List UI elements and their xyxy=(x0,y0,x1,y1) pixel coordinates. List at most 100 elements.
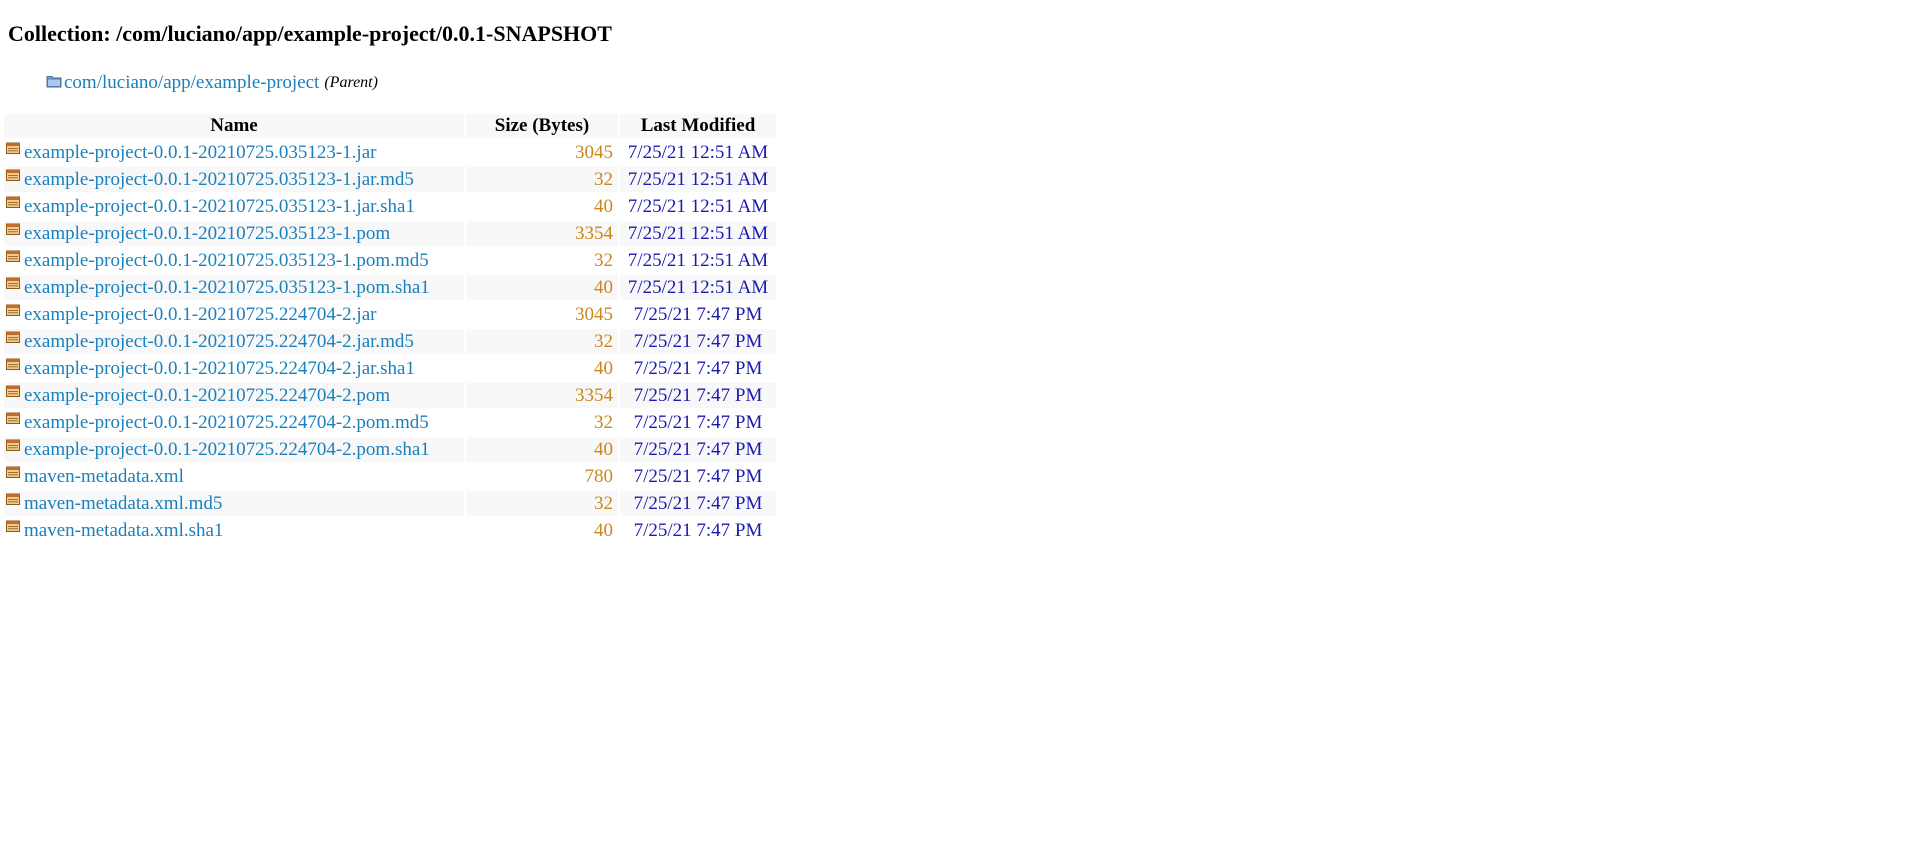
file-name-cell: example-project-0.0.1-20210725.224704-2.… xyxy=(4,410,464,435)
page: Collection: /com/luciano/app/example-pro… xyxy=(0,0,1909,545)
file-link[interactable]: example-project-0.0.1-20210725.035123-1.… xyxy=(24,250,429,271)
file-link[interactable]: example-project-0.0.1-20210725.035123-1.… xyxy=(24,169,414,190)
file-icon xyxy=(6,223,20,235)
table-row: example-project-0.0.1-20210725.224704-2.… xyxy=(4,437,776,462)
file-table-body: example-project-0.0.1-20210725.035123-1.… xyxy=(4,140,776,543)
file-name-cell: maven-metadata.xml.md5 xyxy=(4,491,464,516)
file-name-cell: example-project-0.0.1-20210725.035123-1.… xyxy=(4,221,464,246)
file-icon xyxy=(6,196,20,208)
column-header-name[interactable]: Name xyxy=(4,114,464,138)
file-size-cell: 32 xyxy=(594,411,613,433)
file-modified-cell: 7/25/21 7:47 PM xyxy=(620,491,776,516)
folder-icon xyxy=(46,76,62,88)
file-name-cell: example-project-0.0.1-20210725.035123-1.… xyxy=(4,167,464,192)
file-modified-cell: 7/25/21 12:51 AM xyxy=(620,275,776,300)
file-name-cell: maven-metadata.xml.sha1 xyxy=(4,518,464,543)
file-modified-cell: 7/25/21 12:51 AM xyxy=(620,167,776,192)
file-size-cell: 40 xyxy=(594,519,613,541)
file-size-cell: 40 xyxy=(594,357,613,379)
file-link[interactable]: example-project-0.0.1-20210725.035123-1.… xyxy=(24,223,390,244)
file-icon xyxy=(6,412,20,424)
table-row: maven-metadata.xml.sha1 40 7/25/21 7:47 PM xyxy=(4,518,776,543)
table-row: example-project-0.0.1-20210725.224704-2.… xyxy=(4,383,776,408)
table-row: example-project-0.0.1-20210725.224704-2.… xyxy=(4,356,776,381)
file-size-cell: 32 xyxy=(594,249,613,271)
table-row: example-project-0.0.1-20210725.035123-1.… xyxy=(4,167,776,192)
file-name-cell: example-project-0.0.1-20210725.224704-2.… xyxy=(4,329,464,354)
file-modified-cell: 7/25/21 7:47 PM xyxy=(633,357,763,379)
file-modified-cell: 7/25/21 7:47 PM xyxy=(633,303,763,325)
file-icon xyxy=(6,520,20,532)
table-row: example-project-0.0.1-20210725.035123-1.… xyxy=(4,275,776,300)
file-name-cell: maven-metadata.xml xyxy=(4,464,464,489)
file-link[interactable]: example-project-0.0.1-20210725.224704-2.… xyxy=(24,385,390,406)
table-row: maven-metadata.xml.md5 32 7/25/21 7:47 PM xyxy=(4,491,776,516)
file-size-cell: 32 xyxy=(466,329,618,354)
file-link[interactable]: example-project-0.0.1-20210725.035123-1.… xyxy=(24,277,430,298)
parent-note: (Parent) xyxy=(324,74,378,91)
table-row: maven-metadata.xml 780 7/25/21 7:47 PM xyxy=(4,464,776,489)
file-modified-cell: 7/25/21 7:47 PM xyxy=(620,329,776,354)
file-link[interactable]: example-project-0.0.1-20210725.224704-2.… xyxy=(24,439,430,460)
file-size-cell: 32 xyxy=(466,167,618,192)
parent-link[interactable]: com/luciano/app/example-project xyxy=(64,72,319,94)
file-icon xyxy=(6,466,20,478)
file-size-cell: 3045 xyxy=(575,141,613,163)
file-link[interactable]: example-project-0.0.1-20210725.224704-2.… xyxy=(24,304,376,325)
table-header-row: Name Size (Bytes) Last Modified xyxy=(4,114,776,138)
file-link[interactable]: example-project-0.0.1-20210725.224704-2.… xyxy=(24,358,415,379)
file-link[interactable]: example-project-0.0.1-20210725.035123-1.… xyxy=(24,142,376,163)
file-name-cell: example-project-0.0.1-20210725.224704-2.… xyxy=(4,383,464,408)
file-icon xyxy=(6,277,20,289)
table-row: example-project-0.0.1-20210725.035123-1.… xyxy=(4,221,776,246)
file-link[interactable]: example-project-0.0.1-20210725.224704-2.… xyxy=(24,331,414,352)
file-icon xyxy=(6,358,20,370)
file-icon xyxy=(6,493,20,505)
file-name-cell: example-project-0.0.1-20210725.224704-2.… xyxy=(4,356,464,381)
file-size-cell: 780 xyxy=(584,465,614,487)
parent-collection: com/luciano/app/example-project (Parent) xyxy=(46,71,1909,95)
table-row: example-project-0.0.1-20210725.224704-2.… xyxy=(4,302,776,327)
table-row: example-project-0.0.1-20210725.035123-1.… xyxy=(4,140,776,165)
file-size-cell: 40 xyxy=(466,437,618,462)
file-name-cell: example-project-0.0.1-20210725.035123-1.… xyxy=(4,248,464,273)
file-modified-cell: 7/25/21 12:51 AM xyxy=(627,249,769,271)
table-row: example-project-0.0.1-20210725.224704-2.… xyxy=(4,329,776,354)
file-icon xyxy=(6,169,20,181)
file-modified-cell: 7/25/21 7:47 PM xyxy=(633,465,763,487)
file-size-cell: 3354 xyxy=(466,383,618,408)
file-icon xyxy=(6,142,20,154)
file-size-cell: 32 xyxy=(466,491,618,516)
file-icon xyxy=(6,331,20,343)
page-title: Collection: /com/luciano/app/example-pro… xyxy=(8,21,612,46)
file-table: Name Size (Bytes) Last Modified example-… xyxy=(2,112,778,545)
file-name-cell: example-project-0.0.1-20210725.224704-2.… xyxy=(4,437,464,462)
file-link[interactable]: example-project-0.0.1-20210725.224704-2.… xyxy=(24,412,429,433)
file-link[interactable]: maven-metadata.xml.md5 xyxy=(24,493,222,514)
table-row: example-project-0.0.1-20210725.224704-2.… xyxy=(4,410,776,435)
file-size-cell: 3354 xyxy=(466,221,618,246)
file-link[interactable]: maven-metadata.xml xyxy=(24,466,184,487)
file-size-cell: 40 xyxy=(594,195,613,217)
file-name-cell: example-project-0.0.1-20210725.224704-2.… xyxy=(4,302,464,327)
table-row: example-project-0.0.1-20210725.035123-1.… xyxy=(4,248,776,273)
file-icon xyxy=(6,439,20,451)
file-modified-cell: 7/25/21 7:47 PM xyxy=(633,519,763,541)
file-modified-cell: 7/25/21 7:47 PM xyxy=(633,411,763,433)
column-header-size[interactable]: Size (Bytes) xyxy=(466,114,618,138)
file-modified-cell: 7/25/21 7:47 PM xyxy=(620,437,776,462)
file-icon xyxy=(6,250,20,262)
file-name-cell: example-project-0.0.1-20210725.035123-1.… xyxy=(4,194,464,219)
file-link[interactable]: maven-metadata.xml.sha1 xyxy=(24,520,223,541)
file-modified-cell: 7/25/21 12:51 AM xyxy=(620,221,776,246)
file-link[interactable]: example-project-0.0.1-20210725.035123-1.… xyxy=(24,196,415,217)
file-modified-cell: 7/25/21 12:51 AM xyxy=(627,195,769,217)
file-modified-cell: 7/25/21 12:51 AM xyxy=(627,141,769,163)
file-modified-cell: 7/25/21 7:47 PM xyxy=(620,383,776,408)
file-size-cell: 3045 xyxy=(575,303,613,325)
file-size-cell: 40 xyxy=(466,275,618,300)
file-name-cell: example-project-0.0.1-20210725.035123-1.… xyxy=(4,275,464,300)
file-name-cell: example-project-0.0.1-20210725.035123-1.… xyxy=(4,140,464,165)
table-row: example-project-0.0.1-20210725.035123-1.… xyxy=(4,194,776,219)
column-header-modified[interactable]: Last Modified xyxy=(620,114,776,138)
